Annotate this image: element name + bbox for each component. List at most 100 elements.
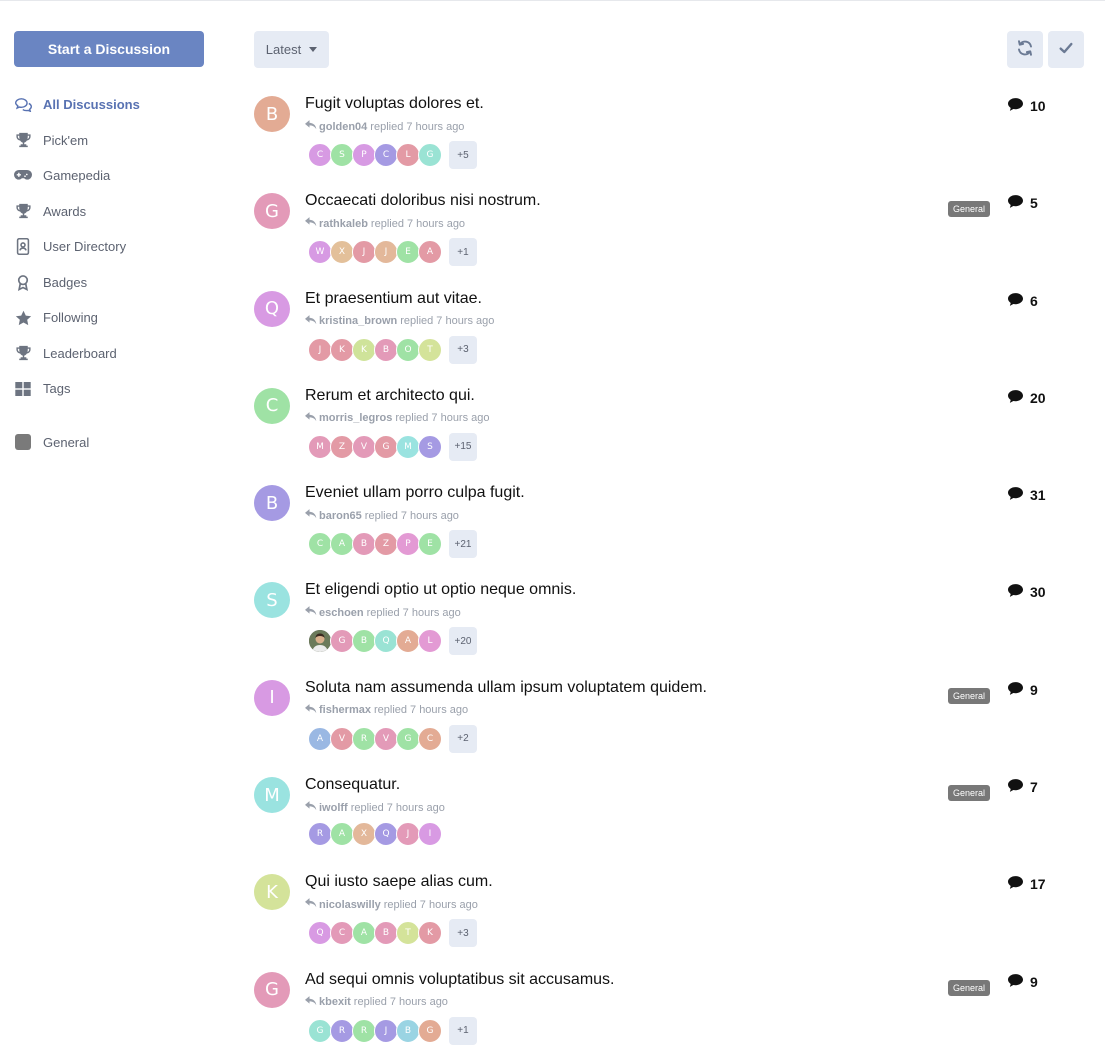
sidebar-item-awards[interactable]: Awards bbox=[14, 194, 204, 230]
participant-avatar[interactable]: J bbox=[308, 337, 332, 362]
discussion-title[interactable]: Occaecati doloribus nisi nostrum. bbox=[305, 192, 541, 210]
participant-avatar[interactable]: O bbox=[396, 337, 420, 362]
sidebar-tag-general[interactable]: General bbox=[14, 425, 204, 461]
participant-avatar[interactable]: X bbox=[352, 822, 376, 847]
participant-avatar[interactable]: K bbox=[330, 337, 354, 362]
participant-avatar[interactable]: G bbox=[308, 1018, 332, 1043]
participant-avatar[interactable]: J bbox=[396, 822, 420, 847]
participant-avatar[interactable]: C bbox=[308, 143, 332, 167]
mark-all-read-button[interactable] bbox=[1048, 31, 1084, 68]
participant-avatar[interactable]: I bbox=[418, 822, 442, 847]
discussion-title[interactable]: Ad sequi omnis voluptatibus sit accusamu… bbox=[305, 971, 614, 989]
more-participants-badge[interactable]: +15 bbox=[449, 432, 477, 461]
discussion-title[interactable]: Et praesentium aut vitae. bbox=[305, 290, 482, 308]
discussion-title[interactable]: Consequatur. bbox=[305, 776, 400, 794]
sidebar-item-following[interactable]: Following bbox=[14, 300, 204, 336]
more-participants-badge[interactable]: +21 bbox=[449, 530, 477, 559]
sidebar-item-gamepedia[interactable]: Gamepedia bbox=[14, 158, 204, 194]
participant-avatar[interactable]: A bbox=[418, 240, 442, 265]
discussion-title[interactable]: Et eligendi optio ut optio neque omnis. bbox=[305, 581, 576, 599]
participant-avatar[interactable]: A bbox=[308, 726, 332, 751]
sidebar-item-tags[interactable]: Tags bbox=[14, 371, 204, 407]
participant-avatar[interactable]: B bbox=[352, 629, 376, 654]
participant-avatar[interactable]: P bbox=[396, 532, 420, 557]
participant-avatar[interactable]: C bbox=[374, 143, 398, 167]
participant-avatar[interactable]: G bbox=[418, 143, 442, 167]
last-reply-user[interactable]: kristina_brown bbox=[319, 315, 397, 327]
participant-avatar[interactable]: P bbox=[352, 143, 376, 167]
participant-avatar[interactable]: B bbox=[352, 532, 376, 557]
author-avatar[interactable]: B bbox=[254, 485, 290, 522]
tag-badge[interactable]: General bbox=[948, 201, 991, 218]
participant-avatar[interactable]: C bbox=[308, 532, 332, 557]
author-avatar[interactable]: K bbox=[254, 874, 290, 911]
participant-avatar[interactable]: Q bbox=[374, 822, 398, 847]
last-reply-user[interactable]: fishermax bbox=[319, 704, 371, 716]
participant-avatar[interactable]: A bbox=[396, 629, 420, 654]
participant-avatar[interactable]: R bbox=[352, 726, 376, 751]
participant-avatar[interactable]: M bbox=[396, 434, 420, 459]
refresh-button[interactable] bbox=[1007, 31, 1043, 68]
participant-avatar[interactable]: E bbox=[396, 240, 420, 265]
participant-avatar[interactable]: R bbox=[330, 1018, 354, 1043]
participant-avatar[interactable]: R bbox=[352, 1018, 376, 1043]
participant-avatar[interactable]: G bbox=[396, 726, 420, 751]
participant-avatar[interactable]: J bbox=[374, 1018, 398, 1043]
author-avatar[interactable]: G bbox=[254, 971, 290, 1008]
participant-avatar[interactable]: L bbox=[396, 143, 420, 167]
author-avatar[interactable]: S bbox=[254, 582, 290, 619]
participant-avatar[interactable]: S bbox=[330, 143, 354, 167]
participant-avatar[interactable]: G bbox=[374, 434, 398, 459]
participant-avatar[interactable]: X bbox=[330, 240, 354, 265]
sort-dropdown[interactable]: Latest bbox=[254, 31, 329, 68]
discussion-title[interactable]: Rerum et architecto qui. bbox=[305, 387, 475, 405]
participant-avatar[interactable]: W bbox=[308, 240, 332, 265]
last-reply-user[interactable]: baron65 bbox=[319, 510, 362, 522]
discussion-title[interactable]: Fugit voluptas dolores et. bbox=[305, 95, 484, 113]
sidebar-item-badges[interactable]: Badges bbox=[14, 265, 204, 301]
participant-avatar[interactable]: V bbox=[374, 726, 398, 751]
discussion-title[interactable]: Eveniet ullam porro culpa fugit. bbox=[305, 484, 525, 502]
participant-avatar[interactable]: C bbox=[418, 726, 442, 751]
more-participants-badge[interactable]: +1 bbox=[449, 238, 477, 267]
more-participants-badge[interactable]: +20 bbox=[449, 627, 477, 656]
participant-avatar[interactable]: G bbox=[418, 1018, 442, 1043]
participant-avatar[interactable]: Z bbox=[330, 434, 354, 459]
discussion-title[interactable]: Qui iusto saepe alias cum. bbox=[305, 873, 493, 891]
participant-avatar[interactable]: K bbox=[352, 337, 376, 362]
participant-avatar[interactable]: J bbox=[374, 240, 398, 265]
author-avatar[interactable]: I bbox=[254, 679, 290, 716]
author-avatar[interactable]: C bbox=[254, 387, 290, 424]
last-reply-user[interactable]: iwolff bbox=[319, 802, 348, 814]
author-avatar[interactable]: G bbox=[254, 193, 290, 230]
start-discussion-button[interactable]: Start a Discussion bbox=[14, 31, 204, 67]
participant-avatar[interactable] bbox=[308, 629, 332, 654]
participant-avatar[interactable]: V bbox=[330, 726, 354, 751]
last-reply-user[interactable]: nicolaswilly bbox=[319, 899, 381, 911]
discussion-title[interactable]: Soluta nam assumenda ullam ipsum volupta… bbox=[305, 679, 707, 697]
participant-avatar[interactable]: B bbox=[374, 921, 398, 946]
sidebar-item-leaderboard[interactable]: Leaderboard bbox=[14, 336, 204, 372]
participant-avatar[interactable]: G bbox=[330, 629, 354, 654]
participant-avatar[interactable]: Q bbox=[308, 921, 332, 946]
participant-avatar[interactable]: Q bbox=[374, 629, 398, 654]
participant-avatar[interactable]: B bbox=[396, 1018, 420, 1043]
author-avatar[interactable]: B bbox=[254, 96, 290, 132]
participant-avatar[interactable]: K bbox=[418, 921, 442, 946]
more-participants-badge[interactable]: +3 bbox=[449, 919, 477, 948]
participant-avatar[interactable]: B bbox=[374, 337, 398, 362]
participant-avatar[interactable]: V bbox=[352, 434, 376, 459]
last-reply-user[interactable]: golden04 bbox=[319, 121, 367, 133]
participant-avatar[interactable]: C bbox=[330, 921, 354, 946]
participant-avatar[interactable]: E bbox=[418, 532, 442, 557]
more-participants-badge[interactable]: +5 bbox=[449, 141, 477, 169]
participant-avatar[interactable]: J bbox=[352, 240, 376, 265]
participant-avatar[interactable]: T bbox=[396, 921, 420, 946]
last-reply-user[interactable]: eschoen bbox=[319, 607, 364, 619]
participant-avatar[interactable]: A bbox=[352, 921, 376, 946]
more-participants-badge[interactable]: +1 bbox=[449, 1016, 477, 1045]
tag-badge[interactable]: General bbox=[948, 687, 991, 704]
last-reply-user[interactable]: kbexit bbox=[319, 996, 351, 1008]
participant-avatar[interactable]: A bbox=[330, 532, 354, 557]
sidebar-item-pick-em[interactable]: Pick'em bbox=[14, 123, 204, 159]
